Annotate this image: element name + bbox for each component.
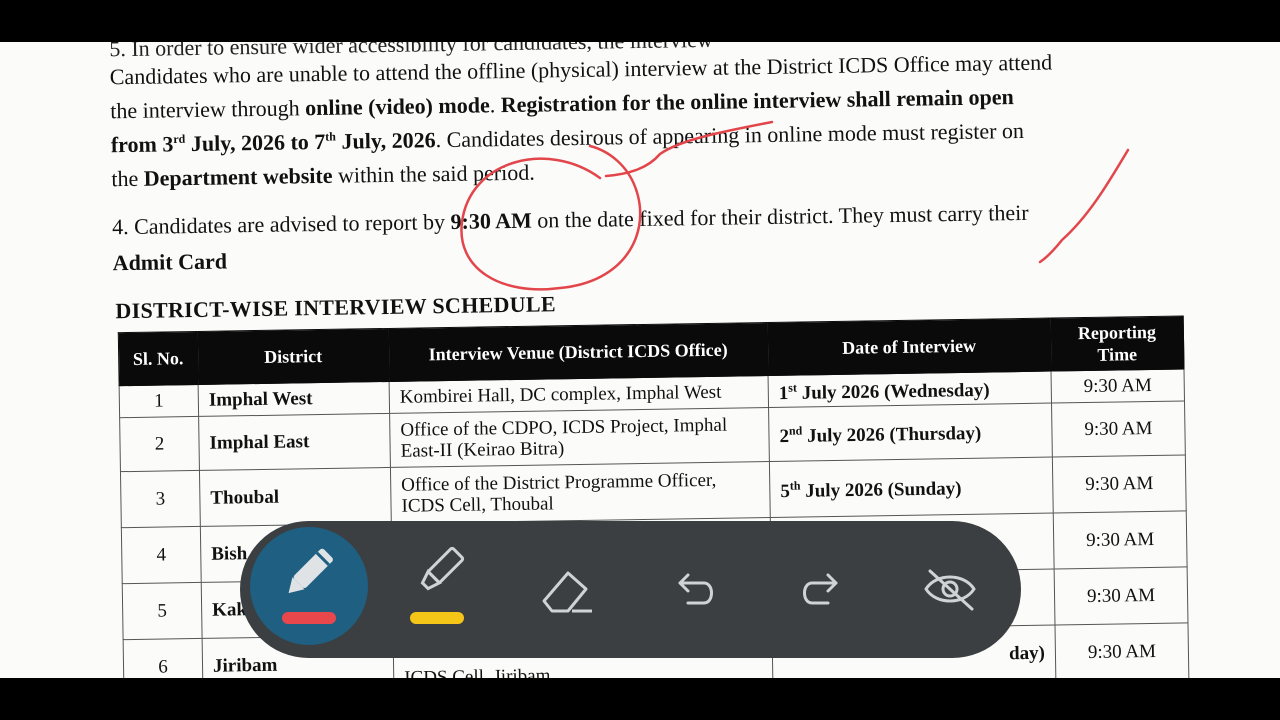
text: . Candidates desirous of appearing in on… xyxy=(435,117,1025,153)
cell-venue: Office of the District Programme Officer… xyxy=(390,461,771,524)
header-sl-no: Sl. No. xyxy=(118,331,199,386)
text: July, 2026 xyxy=(335,127,436,154)
hide-annotations-button[interactable] xyxy=(890,521,1010,658)
redo-icon xyxy=(803,573,838,605)
superscript: rd xyxy=(173,131,186,146)
text: within the said period. xyxy=(332,159,535,188)
text: 4. Candidates are advised to report by xyxy=(111,208,451,240)
text: from 3 xyxy=(110,131,174,158)
text: the xyxy=(111,165,144,192)
pen-tool-button[interactable] xyxy=(250,527,368,645)
eraser-icon xyxy=(542,571,592,613)
undo-button[interactable] xyxy=(634,521,754,658)
cell-district: Thoubal xyxy=(199,467,392,527)
eye-off-icon xyxy=(924,569,976,611)
para4-line2: Admit Card xyxy=(112,248,227,276)
text: the interview through xyxy=(110,95,306,124)
cell-time: 9:30 AM xyxy=(1053,510,1188,570)
header-date: Date of Interview xyxy=(767,318,1052,376)
highlighter-tool-button[interactable] xyxy=(378,521,498,658)
cell-district: Imphal West xyxy=(198,381,390,417)
pen-color-swatch xyxy=(282,612,336,624)
superscript: nd xyxy=(788,423,803,438)
cell-time: 9:30 AM xyxy=(1054,622,1189,678)
cell-date: 1st July 2026 (Wednesday) xyxy=(768,371,1052,408)
para4-line1: 4. Candidates are advised to report by 9… xyxy=(112,200,1029,240)
superscript: th xyxy=(789,478,801,493)
cell-sl: 6 xyxy=(123,638,203,678)
para5-line2: the interview through online (video) mod… xyxy=(110,84,1014,124)
cell-time: 9:30 AM xyxy=(1054,566,1188,626)
text: July 2026 (Wednesday) xyxy=(796,380,990,405)
online-mode-text: online (video) mode xyxy=(304,92,490,121)
text: on the date fixed for their district. Th… xyxy=(531,199,1029,233)
highlighter-color-swatch xyxy=(410,612,464,624)
superscript: th xyxy=(325,129,337,144)
para5-line4: the Department website within the said p… xyxy=(111,160,535,193)
cell-time: 9:30 AM xyxy=(1051,400,1186,458)
cell-sl: 2 xyxy=(119,416,200,472)
text: July, 2026 to 7 xyxy=(185,128,326,157)
redo-button[interactable] xyxy=(762,521,882,658)
pen-icon xyxy=(282,548,336,624)
cell-date: 5th July 2026 (Sunday) xyxy=(769,457,1054,518)
admit-card-text: Admit Card xyxy=(112,248,228,276)
department-website-text: Department website xyxy=(143,162,333,191)
cell-time: 9:30 AM xyxy=(1052,454,1187,514)
text: 5 xyxy=(780,481,791,503)
text: July 2026 (Sunday) xyxy=(800,478,962,503)
text: day) xyxy=(1008,642,1046,665)
cell-sl: 5 xyxy=(122,582,203,640)
para5-line3: from 3rd July, 2026 to 7th July, 2026. C… xyxy=(111,118,1024,158)
highlighter-icon xyxy=(410,546,465,624)
cell-time: 9:30 AM xyxy=(1051,368,1185,404)
eraser-tool-button[interactable] xyxy=(506,521,626,658)
text: July 2026 (Thursday) xyxy=(802,423,982,448)
header-district: District xyxy=(197,328,390,385)
header-reporting-time: Reporting Time xyxy=(1050,315,1184,372)
text: 2 xyxy=(779,426,790,448)
text: 1 xyxy=(778,383,789,405)
cell-date: 2nd July 2026 (Thursday) xyxy=(768,403,1053,462)
cell-sl: 1 xyxy=(119,384,199,418)
letterbox-bottom xyxy=(0,678,1280,720)
letterbox-top xyxy=(0,0,1280,42)
schedule-heading: DISTRICT-WISE INTERVIEW SCHEDULE xyxy=(115,291,557,324)
cell-sl: 3 xyxy=(120,470,201,528)
undo-icon xyxy=(678,573,713,605)
cell-venue: Office of the CDPO, ICDS Project, Imphal… xyxy=(389,407,770,468)
cell-district: Imphal East xyxy=(198,413,391,471)
header-venue: Interview Venue (District ICDS Office) xyxy=(388,322,769,382)
report-time-text: 9:30 AM xyxy=(450,207,533,234)
cell-sl: 4 xyxy=(121,526,202,584)
registration-text: Registration for the online interview sh… xyxy=(500,84,1014,118)
